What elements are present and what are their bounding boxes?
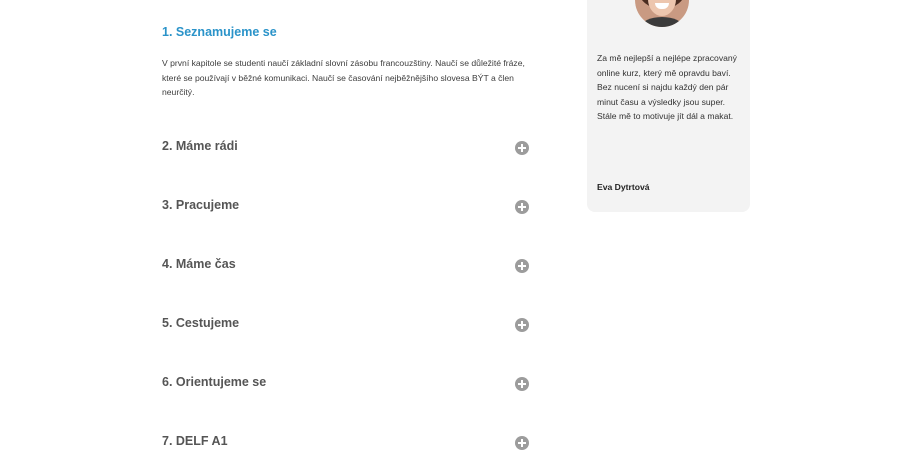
chapter-item-title: 6. Orientujeme se xyxy=(162,375,267,389)
plus-circle-icon[interactable] xyxy=(515,200,529,214)
avatar xyxy=(635,0,689,27)
chapter-1-title[interactable]: 1. Seznamujeme se xyxy=(162,25,277,39)
plus-circle-icon[interactable] xyxy=(515,141,529,155)
testimonial-card: Za mě nejlepší a nejlépe zpracovaný onli… xyxy=(587,0,750,212)
chapter-item-2[interactable]: 2. Máme rádi xyxy=(162,137,532,159)
chapter-item-6[interactable]: 6. Orientujeme se xyxy=(162,373,532,395)
chapter-1-description: V první kapitole se studenti naučí zákla… xyxy=(162,58,525,98)
chapter-item-title: 7. DELF A1 xyxy=(162,434,228,448)
plus-circle-icon[interactable] xyxy=(515,259,529,273)
testimonial-author: Eva Dytrtová xyxy=(597,182,650,192)
chapter-item-title: 5. Cestujeme xyxy=(162,316,240,330)
chapter-item-5[interactable]: 5. Cestujeme xyxy=(162,314,532,336)
plus-circle-icon[interactable] xyxy=(515,318,529,332)
chapter-item-title: 3. Pracujeme xyxy=(162,198,240,212)
plus-circle-icon[interactable] xyxy=(515,436,529,450)
chapter-item-title: 4. Máme čas xyxy=(162,257,236,271)
avatar-shoulders xyxy=(641,17,683,27)
course-page: 1. Seznamujeme se V první kapitole se st… xyxy=(0,0,900,450)
chapter-item-3[interactable]: 3. Pracujeme xyxy=(162,196,532,218)
chapter-item-title: 2. Máme rádi xyxy=(162,139,238,153)
chapter-item-7[interactable]: 7. DELF A1 xyxy=(162,432,532,450)
testimonial-quote: Za mě nejlepší a nejlépe zpracovaný onli… xyxy=(597,53,737,122)
plus-circle-icon[interactable] xyxy=(515,377,529,391)
chapter-item-4[interactable]: 4. Máme čas xyxy=(162,255,532,277)
